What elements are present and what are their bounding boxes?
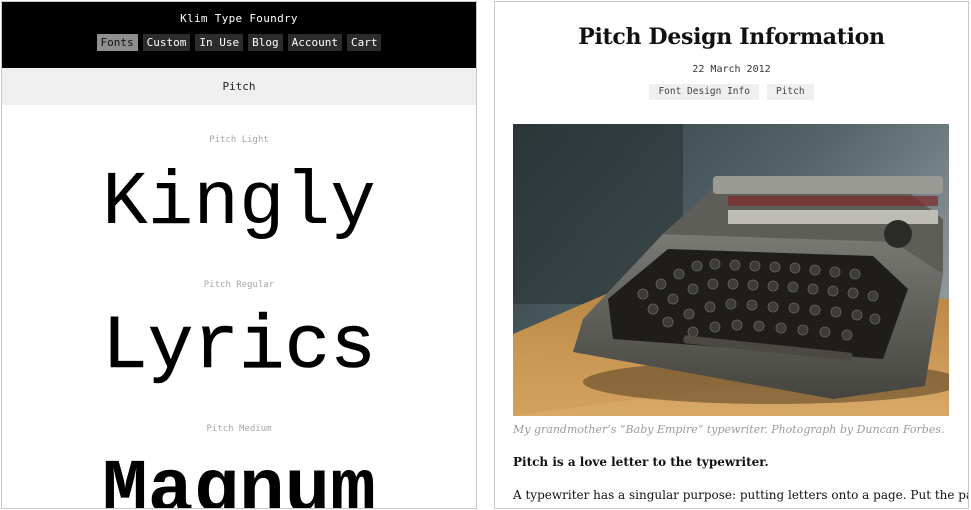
weight-label-light: Pitch Light (209, 135, 269, 145)
specimen-word-regular[interactable]: Lyrics (2, 309, 476, 386)
site-title[interactable]: Klim Type Foundry (2, 12, 476, 25)
nav-item-in-use[interactable]: In Use (195, 34, 244, 51)
nav-item-fonts[interactable]: Fonts (96, 34, 138, 51)
tag-pitch[interactable]: Pitch (766, 84, 814, 100)
typewriter-photo (513, 124, 949, 416)
nav-item-blog[interactable]: Blog (248, 34, 283, 51)
nav-item-account[interactable]: Account (287, 34, 342, 51)
tag-font-design-info[interactable]: Font Design Info (649, 84, 759, 100)
site-header: Klim Type Foundry Fonts Custom In Use Bl… (2, 2, 476, 68)
font-family-bar[interactable]: Pitch (2, 68, 476, 105)
article-title: Pitch Design Information (578, 24, 885, 50)
article-tags: Font Design Info Pitch (495, 84, 968, 100)
weight-label-medium: Pitch Medium (206, 424, 272, 434)
article-body: A typewriter has a singular purpose: put… (513, 488, 969, 502)
nav-item-custom[interactable]: Custom (142, 34, 191, 51)
article-panel: Pitch Design Information 22 March 2012 F… (494, 1, 969, 509)
nav-item-cart[interactable]: Cart (346, 34, 382, 51)
article-date: 22 March 2012 (692, 64, 771, 75)
specimen-word-medium[interactable]: Magnum (2, 453, 476, 508)
photo-caption: My grandmother’s “Baby Empire” typewrite… (513, 423, 945, 436)
font-page-panel: Klim Type Foundry Fonts Custom In Use Bl… (1, 1, 477, 509)
main-nav: Fonts Custom In Use Blog Account Cart (2, 34, 476, 51)
weight-label-regular: Pitch Regular (203, 280, 275, 290)
specimen-word-light[interactable]: Kingly (2, 165, 476, 241)
article-lead: Pitch is a love letter to the typewriter… (513, 455, 769, 469)
